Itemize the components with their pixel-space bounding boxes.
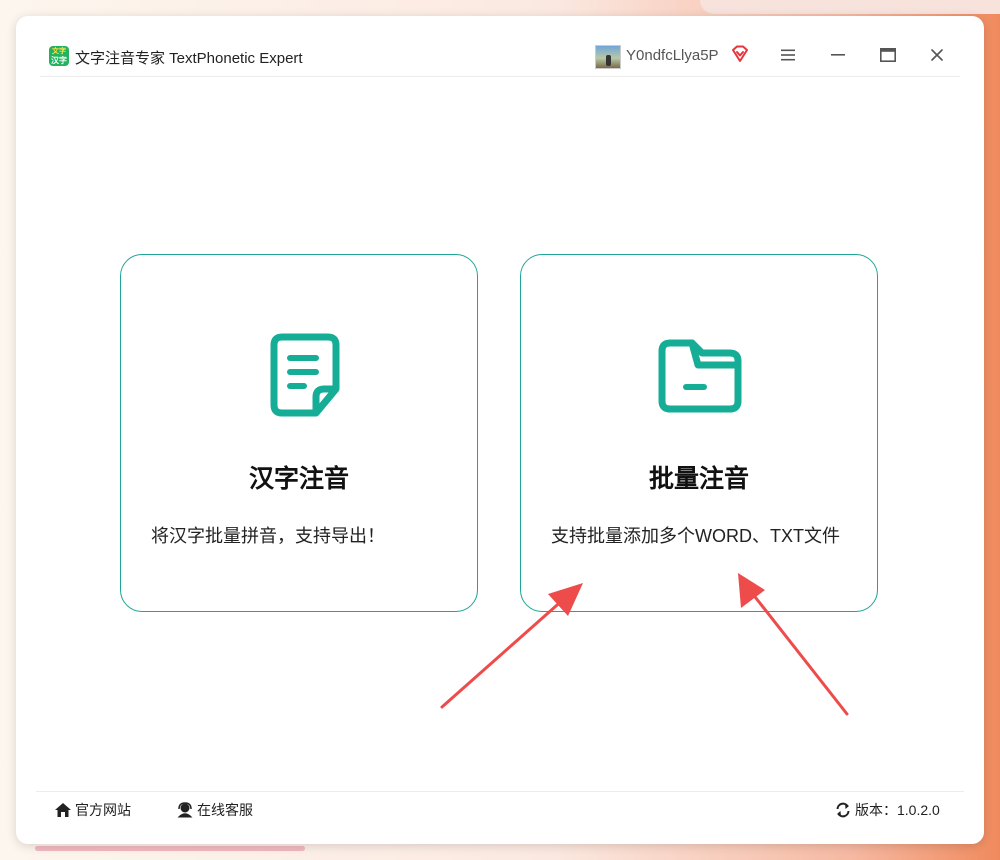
desktop-taskbar-highlight [35,846,305,851]
maximize-button[interactable] [875,42,901,68]
menu-button[interactable] [775,42,801,68]
document-icon [270,333,340,417]
app-logo-text-bottom: 汉字 [51,56,67,65]
app-window: 文字 汉字 文字注音专家 TextPhonetic Expert Y0ndfcL… [16,16,984,844]
user-avatar[interactable] [595,45,621,69]
minimize-icon [831,54,845,56]
close-icon [931,49,943,61]
version-label: 版本： [855,802,897,818]
menu-icon [781,49,795,61]
card-title: 批量注音 [648,465,749,493]
card-description: 将汉字批量拼音，支持导出！ [151,526,385,546]
minimize-button[interactable] [825,42,851,68]
app-logo-icon: 文字 汉字 [49,46,69,66]
footer-bar: 官方网站 在线客服 版本： 1.0.2.0 [36,791,964,830]
official-site-label: 官方网站 [75,802,131,818]
title-bar: 文字 汉字 文字注音专家 TextPhonetic Expert Y0ndfcL… [40,16,960,77]
close-button[interactable] [924,42,950,68]
card-batch-phonetic[interactable]: 批量注音 支持批量添加多个WORD、TXT文件 [520,254,878,612]
maximize-icon [880,48,896,62]
vip-diamond-icon[interactable] [730,44,750,64]
refresh-icon [836,802,850,818]
folder-icon [658,339,742,413]
user-name[interactable]: Y0ndfcLlya5P [626,47,719,64]
online-service-label: 在线客服 [197,802,253,818]
version-number: 1.0.2.0 [897,802,940,818]
version-info: 版本： 1.0.2.0 [834,800,940,820]
online-service-link[interactable]: 在线客服 [176,800,253,820]
customer-service-icon [177,802,193,818]
desktop-background-strip [700,0,1000,14]
app-title: 文字注音专家 TextPhonetic Expert [75,50,303,67]
official-site-link[interactable]: 官方网站 [54,800,131,820]
home-icon [55,803,71,817]
card-title: 汉字注音 [248,465,349,493]
card-chinese-phonetic[interactable]: 汉字注音 将汉字批量拼音，支持导出！ [120,254,478,612]
app-logo-text-top: 文字 [52,48,66,55]
card-description: 支持批量添加多个WORD、TXT文件 [551,526,840,546]
